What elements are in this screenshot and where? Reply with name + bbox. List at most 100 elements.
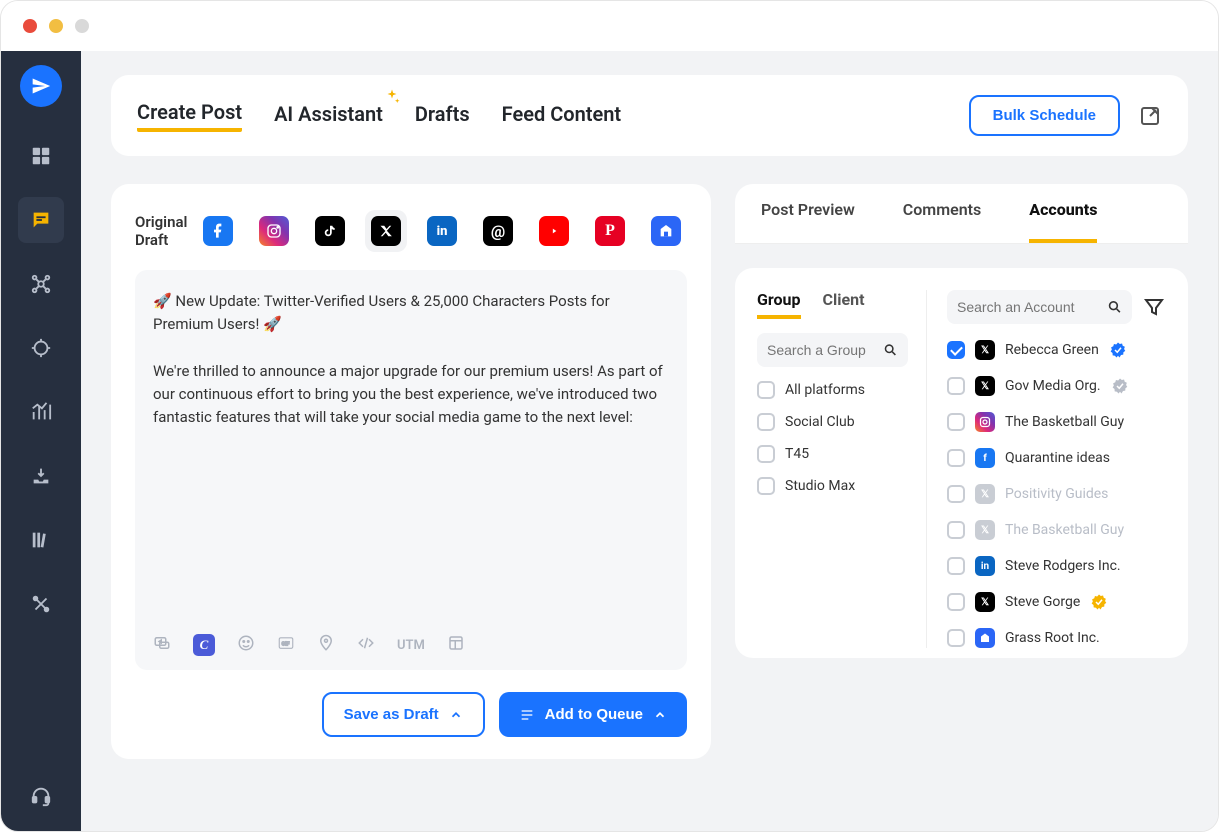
tab-comments[interactable]: Comments: [903, 200, 981, 243]
account-row[interactable]: 𝕏Positivity Guides: [947, 484, 1166, 504]
queue-icon: [519, 707, 535, 723]
nav-library[interactable]: [18, 517, 64, 563]
checkbox[interactable]: [757, 413, 775, 431]
platform-gb[interactable]: [645, 210, 687, 252]
platform-li[interactable]: in: [421, 210, 463, 252]
add-to-queue-button[interactable]: Add to Queue: [499, 692, 687, 737]
nav-dashboard[interactable]: [18, 133, 64, 179]
nav-share[interactable]: [18, 261, 64, 307]
checkbox[interactable]: [757, 477, 775, 495]
network-icon: [30, 273, 52, 295]
platform-x[interactable]: [365, 210, 407, 252]
subtab-client[interactable]: Client: [823, 290, 865, 319]
bulk-schedule-button[interactable]: Bulk Schedule: [969, 95, 1120, 136]
nav-analytics[interactable]: [18, 389, 64, 435]
checkbox[interactable]: [947, 629, 965, 647]
nav-compose[interactable]: [18, 197, 64, 243]
group-search-input[interactable]: [767, 342, 875, 358]
gif-tool[interactable]: GIF: [277, 634, 295, 656]
group-label: Social Club: [785, 414, 855, 430]
checkbox[interactable]: [757, 381, 775, 399]
x-icon: [371, 216, 401, 246]
search-icon: [883, 341, 898, 359]
platform-fb[interactable]: [197, 210, 239, 252]
save-draft-label: Save as Draft: [344, 706, 439, 723]
subtab-group[interactable]: Group: [757, 290, 801, 319]
account-row[interactable]: fQuarantine ideas: [947, 448, 1166, 468]
platform-selector: in @ P: [197, 210, 687, 252]
groups-section: Group Client All platforms Social Club T45…: [757, 290, 927, 648]
checkbox[interactable]: [947, 413, 965, 431]
save-draft-button[interactable]: Save as Draft: [322, 692, 485, 737]
canva-tool[interactable]: C: [193, 634, 215, 656]
template-tool[interactable]: [447, 634, 465, 656]
nav-tools[interactable]: [18, 581, 64, 627]
checkbox[interactable]: [947, 557, 965, 575]
group-row[interactable]: Social Club: [757, 413, 908, 431]
group-row[interactable]: T45: [757, 445, 908, 463]
platform-tt[interactable]: [309, 210, 351, 252]
group-search[interactable]: [757, 333, 908, 367]
tab-create-post[interactable]: Create Post: [137, 100, 242, 132]
code-tool[interactable]: [357, 634, 375, 656]
li-icon: in: [975, 556, 995, 576]
checkbox[interactable]: [947, 593, 965, 611]
checkbox[interactable]: [947, 485, 965, 503]
fb-icon: [203, 216, 233, 246]
account-label: Grass Root Inc.: [1005, 630, 1100, 646]
account-row[interactable]: Grass Root Inc.: [947, 628, 1166, 648]
main-content: Create Post AI Assistant Drafts Feed Con…: [81, 51, 1218, 832]
account-row[interactable]: inSteve Rodgers Inc.: [947, 556, 1166, 576]
x-icon: 𝕏: [975, 592, 995, 612]
columns: Original Draft in@P 🚀 New Update: Twitte…: [111, 184, 1188, 759]
window-close-dot[interactable]: [23, 19, 37, 33]
paper-plane-icon: [31, 76, 51, 96]
group-row[interactable]: All platforms: [757, 381, 908, 399]
account-row[interactable]: 𝕏The Basketball Guy: [947, 520, 1166, 540]
nav-target[interactable]: [18, 325, 64, 371]
group-row[interactable]: Studio Max: [757, 477, 908, 495]
account-row[interactable]: The Basketball Guy: [947, 412, 1166, 432]
location-tool[interactable]: [317, 634, 335, 656]
account-row[interactable]: 𝕏Gov Media Org.: [947, 376, 1166, 396]
tab-post-preview[interactable]: Post Preview: [761, 200, 855, 243]
account-search[interactable]: [947, 290, 1132, 324]
emoji-tool[interactable]: [237, 634, 255, 656]
platform-th[interactable]: @: [477, 210, 519, 252]
tab-drafts[interactable]: Drafts: [415, 102, 470, 130]
window-min-dot[interactable]: [49, 19, 63, 33]
platform-ig[interactable]: [253, 210, 295, 252]
app-window: Create Post AI Assistant Drafts Feed Con…: [0, 0, 1219, 832]
platform-pi[interactable]: P: [589, 210, 631, 252]
top-card: Create Post AI Assistant Drafts Feed Con…: [111, 75, 1188, 156]
account-search-input[interactable]: [957, 299, 1099, 315]
tab-accounts[interactable]: Accounts: [1029, 200, 1097, 243]
account-row[interactable]: 𝕏Rebecca Green: [947, 340, 1166, 360]
compose-icon[interactable]: [1138, 104, 1162, 128]
app-logo[interactable]: [20, 65, 62, 107]
checkbox[interactable]: [757, 445, 775, 463]
svg-text:GIF: GIF: [282, 641, 290, 647]
nav-inbox[interactable]: [18, 453, 64, 499]
account-row[interactable]: 𝕏Steve Gorge: [947, 592, 1166, 612]
media-tool[interactable]: [153, 634, 171, 656]
tab-feed-content[interactable]: Feed Content: [502, 102, 621, 130]
verified-badge-icon: [1109, 341, 1127, 359]
checkbox[interactable]: [947, 341, 965, 359]
tab-ai-assistant[interactable]: AI Assistant: [274, 102, 383, 130]
checkbox[interactable]: [947, 377, 965, 395]
account-label: The Basketball Guy: [1005, 414, 1124, 430]
post-editor[interactable]: 🚀 New Update: Twitter-Verified Users & 2…: [135, 270, 687, 670]
x-icon: 𝕏: [975, 340, 995, 360]
pi-icon: P: [595, 216, 625, 246]
utm-tool[interactable]: UTM: [397, 638, 425, 653]
nav-support[interactable]: [18, 773, 64, 819]
th-icon: @: [483, 216, 513, 246]
platform-yt[interactable]: [533, 210, 575, 252]
checkbox[interactable]: [947, 449, 965, 467]
checkbox[interactable]: [947, 521, 965, 539]
ig-icon: [975, 412, 995, 432]
window-max-dot[interactable]: [75, 19, 89, 33]
library-icon: [30, 529, 52, 551]
filter-icon[interactable]: [1142, 295, 1166, 319]
